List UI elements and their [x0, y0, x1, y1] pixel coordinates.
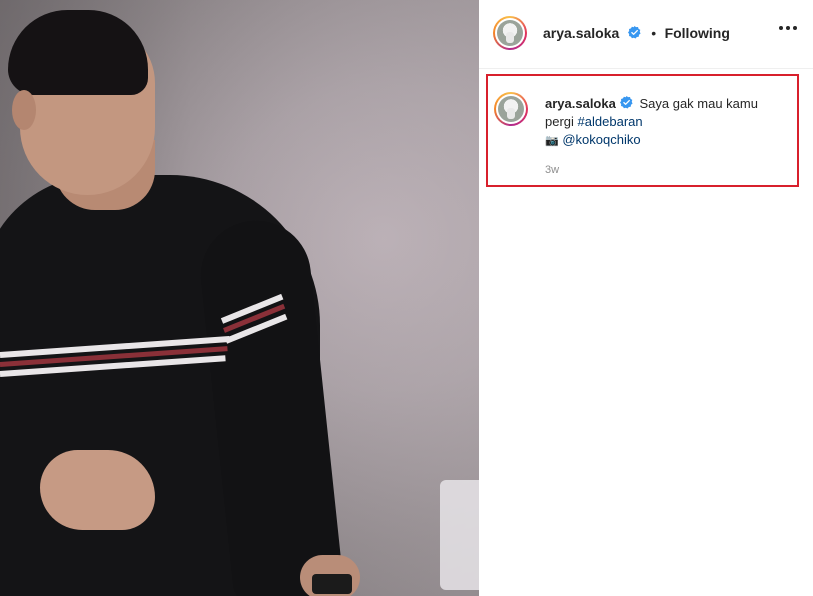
avatar-ring: [495, 18, 525, 48]
header-separator: •: [651, 25, 657, 41]
caption-highlight: arya.saloka Saya gak mau kamu pergi #ald…: [486, 74, 799, 187]
more-dot: [779, 26, 783, 30]
header-author-line: arya.saloka • Following: [543, 25, 730, 43]
person-ear: [12, 90, 36, 130]
photo-light-patch: [440, 480, 479, 590]
caption-hashtag[interactable]: #aldebaran: [578, 114, 643, 129]
avatar-image: [497, 20, 523, 46]
avatar-image: [498, 96, 524, 122]
more-dot: [786, 26, 790, 30]
verified-badge-icon: [627, 26, 641, 39]
person-hand: [40, 450, 155, 530]
verified-badge-icon: [619, 96, 633, 109]
caption-mention[interactable]: @kokoqchiko: [562, 132, 640, 147]
caption-author-avatar[interactable]: [494, 92, 528, 126]
more-options-icon[interactable]: [779, 26, 797, 30]
avatar-ring: [496, 94, 526, 124]
post-timestamp[interactable]: 3w: [545, 164, 559, 176]
following-button[interactable]: Following: [665, 25, 730, 41]
caption-username[interactable]: arya.saloka: [545, 96, 616, 111]
camera-emoji-icon: 📷: [545, 135, 559, 147]
author-avatar[interactable]: [493, 16, 527, 50]
more-dot: [793, 26, 797, 30]
post-side-panel: arya.saloka • Following arya.saloka Saya…: [479, 0, 813, 596]
post-header: arya.saloka • Following: [479, 0, 813, 69]
post-photo[interactable]: [0, 0, 479, 596]
caption: arya.saloka Saya gak mau kamu pergi #ald…: [545, 95, 785, 150]
wrist-watch: [312, 574, 352, 594]
author-username[interactable]: arya.saloka: [543, 25, 619, 41]
